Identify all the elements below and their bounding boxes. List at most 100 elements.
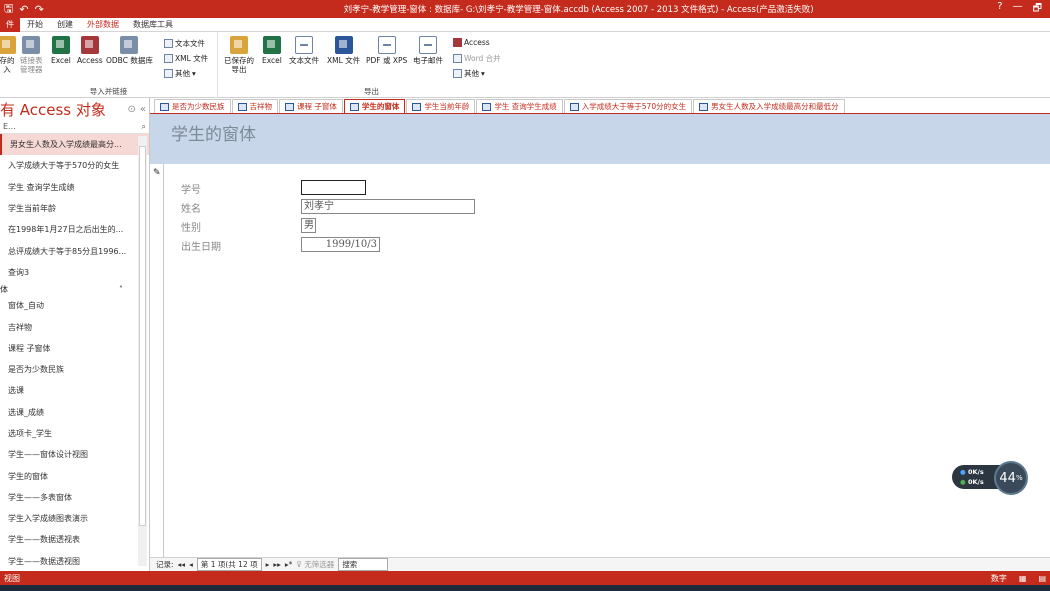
doc-tab[interactable]: 课程 子窗体 bbox=[279, 99, 343, 113]
ribbon: 存的 入 链接表 管理器 Excel Access ODBC 数据库 文本文件 … bbox=[0, 32, 1050, 98]
network-speed-widget[interactable]: ● 0K/s ● 0K/s 44% bbox=[952, 461, 1036, 495]
nav-query-item[interactable]: 学生当前年龄 bbox=[0, 198, 149, 219]
export-text-file-button[interactable]: 文本文件 bbox=[289, 36, 319, 65]
access-icon bbox=[453, 38, 462, 47]
export-pdf-xps-button[interactable]: PDF 或 XPS bbox=[366, 36, 407, 65]
nav-group-forms[interactable]: 体 ˄ bbox=[0, 283, 149, 295]
nav-form-item[interactable]: 选项卡_学生 bbox=[0, 423, 149, 444]
pdf-xps-icon bbox=[377, 36, 396, 54]
nav-form-item[interactable]: 选课_成绩 bbox=[0, 402, 149, 423]
import-group-label: 导入并链接 bbox=[89, 87, 128, 96]
nav-form-item[interactable]: 学生——窗体设计视图 bbox=[0, 444, 149, 465]
help-button[interactable]: ? bbox=[997, 1, 1002, 18]
nav-form-item[interactable]: 学生——数据透视表 bbox=[0, 529, 149, 550]
nav-query-item[interactable]: 男女生人数及入学成绩最高分... bbox=[0, 134, 149, 156]
import-text-file-button[interactable]: 文本文件 bbox=[164, 38, 205, 49]
doc-tab-active[interactable]: 学生的窗体 bbox=[343, 99, 406, 113]
nav-query-item[interactable]: 入学成绩大于等于570分的女生 bbox=[0, 155, 149, 176]
nav-scrollbar-thumb[interactable] bbox=[139, 146, 146, 526]
nav-query-item[interactable]: 总评成绩大于等于85分且1996... bbox=[0, 240, 149, 261]
nav-pane-header: 有 Access 对象 ⊙ « bbox=[0, 98, 149, 120]
record-position-field[interactable]: 第 1 项(共 12 项 bbox=[196, 558, 262, 571]
undo-icon[interactable]: ↶ bbox=[19, 3, 28, 16]
doc-tab[interactable]: 吉祥物 bbox=[231, 99, 278, 113]
word-merge-button[interactable]: Word 合并 bbox=[453, 53, 501, 64]
next-record-button[interactable]: ▸ bbox=[266, 560, 270, 569]
download-speed: ● 0K/s bbox=[960, 478, 984, 486]
tab-create[interactable]: 创建 bbox=[50, 19, 80, 30]
export-group: 已保存的 导出 Excel 文本文件 XML 文件 PDF 或 XPS 电子邮件… bbox=[219, 32, 524, 98]
restore-button[interactable]: 🗗 bbox=[1033, 1, 1042, 18]
nav-menu-icon[interactable]: ⊙ bbox=[127, 104, 135, 115]
form-icon bbox=[285, 102, 294, 111]
saved-exports-button[interactable]: 已保存的 导出 bbox=[224, 36, 254, 74]
nav-form-item[interactable]: 学生的窗体 bbox=[0, 465, 149, 486]
redo-icon[interactable]: ↷ bbox=[35, 3, 44, 16]
tab-database-tools[interactable]: 数据库工具 bbox=[126, 19, 180, 30]
nav-pane-title[interactable]: 有 Access 对象 bbox=[0, 99, 106, 120]
first-record-button[interactable]: ◂◂ bbox=[178, 560, 186, 569]
taskbar bbox=[0, 585, 1050, 591]
nav-search-placeholder: E... bbox=[3, 122, 16, 131]
word-merge-icon bbox=[453, 54, 462, 63]
filter-toggle[interactable]: ⊽ 无筛选器 bbox=[296, 559, 334, 570]
saved-imports-button[interactable]: 存的 入 bbox=[0, 36, 16, 74]
tab-external-data[interactable]: 外部数据 bbox=[80, 19, 126, 30]
nav-query-item[interactable]: 学生 查询学生成绩 bbox=[0, 177, 149, 198]
layout-view-icon[interactable]: ▤ bbox=[1038, 574, 1046, 583]
prev-record-button[interactable]: ◂ bbox=[189, 560, 193, 569]
doc-tab[interactable]: 是否为少数民族 bbox=[154, 99, 231, 113]
nav-form-item[interactable]: 窗体_自动 bbox=[0, 295, 149, 316]
export-xml-file-button[interactable]: XML 文件 bbox=[327, 36, 360, 65]
birth-date-field[interactable]: 1999/10/3 bbox=[301, 237, 380, 252]
more-icon bbox=[164, 69, 173, 78]
nav-group-forms-label: 体 bbox=[0, 284, 8, 294]
usage-gauge: 44% bbox=[994, 461, 1028, 495]
doc-tab[interactable]: 学生当前年龄 bbox=[406, 99, 476, 113]
nav-form-item[interactable]: 课程 子窗体 bbox=[0, 338, 149, 359]
linked-table-manager-button[interactable]: 链接表 管理器 bbox=[20, 36, 43, 74]
name-field[interactable]: 刘孝宁 bbox=[301, 199, 475, 214]
minimize-button[interactable]: — bbox=[1013, 1, 1023, 18]
save-icon[interactable]: 🖫 bbox=[4, 0, 13, 19]
import-odbc-button[interactable]: ODBC 数据库 bbox=[106, 36, 153, 65]
nav-form-item[interactable]: 学生——数据透视图 bbox=[0, 551, 149, 572]
form-view-icon[interactable]: ▦ bbox=[1019, 574, 1027, 583]
saved-exports-icon bbox=[230, 36, 248, 54]
nav-form-item[interactable]: 是否为少数民族 bbox=[0, 359, 149, 380]
nav-form-item[interactable]: 选课 bbox=[0, 380, 149, 401]
query-icon bbox=[569, 102, 579, 111]
nav-form-item[interactable]: 学生入学成绩图表演示 bbox=[0, 508, 149, 529]
import-excel-button[interactable]: Excel bbox=[51, 36, 71, 65]
tab-home[interactable]: 开始 bbox=[20, 19, 50, 30]
text-file-icon bbox=[295, 36, 313, 54]
export-excel-button[interactable]: Excel bbox=[262, 36, 282, 65]
nav-search-box[interactable]: E... ⌕ bbox=[0, 120, 149, 134]
last-record-button[interactable]: ▸▸ bbox=[273, 560, 281, 569]
collapse-pane-icon[interactable]: « bbox=[140, 104, 146, 115]
email-icon bbox=[419, 36, 437, 54]
import-access-button[interactable]: Access bbox=[77, 36, 103, 65]
nav-query-item[interactable]: 在1998年1月27日之后出生的... bbox=[0, 219, 149, 240]
record-search-box[interactable]: 搜索 bbox=[338, 558, 389, 571]
record-selector[interactable]: ✎ bbox=[150, 164, 164, 557]
window-title: 刘孝宁-教学管理-窗体 : 数据库- G:\刘孝宁-教学管理-窗体.accdb … bbox=[343, 5, 814, 15]
nav-form-item[interactable]: 吉祥物 bbox=[0, 316, 149, 337]
tab-file[interactable]: 件 bbox=[0, 17, 20, 32]
export-access-button[interactable]: Access bbox=[453, 38, 490, 47]
nav-form-item[interactable]: 学生——多表窗体 bbox=[0, 487, 149, 508]
doc-tab[interactable]: 男女生人数及入学成绩最高分和最低分 bbox=[693, 99, 845, 113]
export-more-button[interactable]: 其他 ▾ bbox=[453, 68, 485, 79]
search-icon[interactable]: ⌕ bbox=[142, 122, 146, 132]
nav-query-item[interactable]: 查询3 bbox=[0, 262, 149, 283]
export-email-button[interactable]: 电子邮件 bbox=[413, 36, 443, 65]
doc-tab[interactable]: 学生 查询学生成绩 bbox=[476, 99, 563, 113]
import-xml-file-button[interactable]: XML 文件 bbox=[164, 53, 208, 64]
student-id-field[interactable] bbox=[301, 180, 366, 195]
doc-tab[interactable]: 入学成绩大于等于570分的女生 bbox=[563, 99, 693, 113]
gender-field[interactable]: 男 bbox=[301, 218, 316, 233]
new-record-button[interactable]: ▸* bbox=[285, 560, 293, 569]
nav-scrollbar[interactable] bbox=[138, 136, 147, 566]
form-icon bbox=[349, 102, 359, 111]
import-more-button[interactable]: 其他 ▾ bbox=[164, 68, 196, 79]
